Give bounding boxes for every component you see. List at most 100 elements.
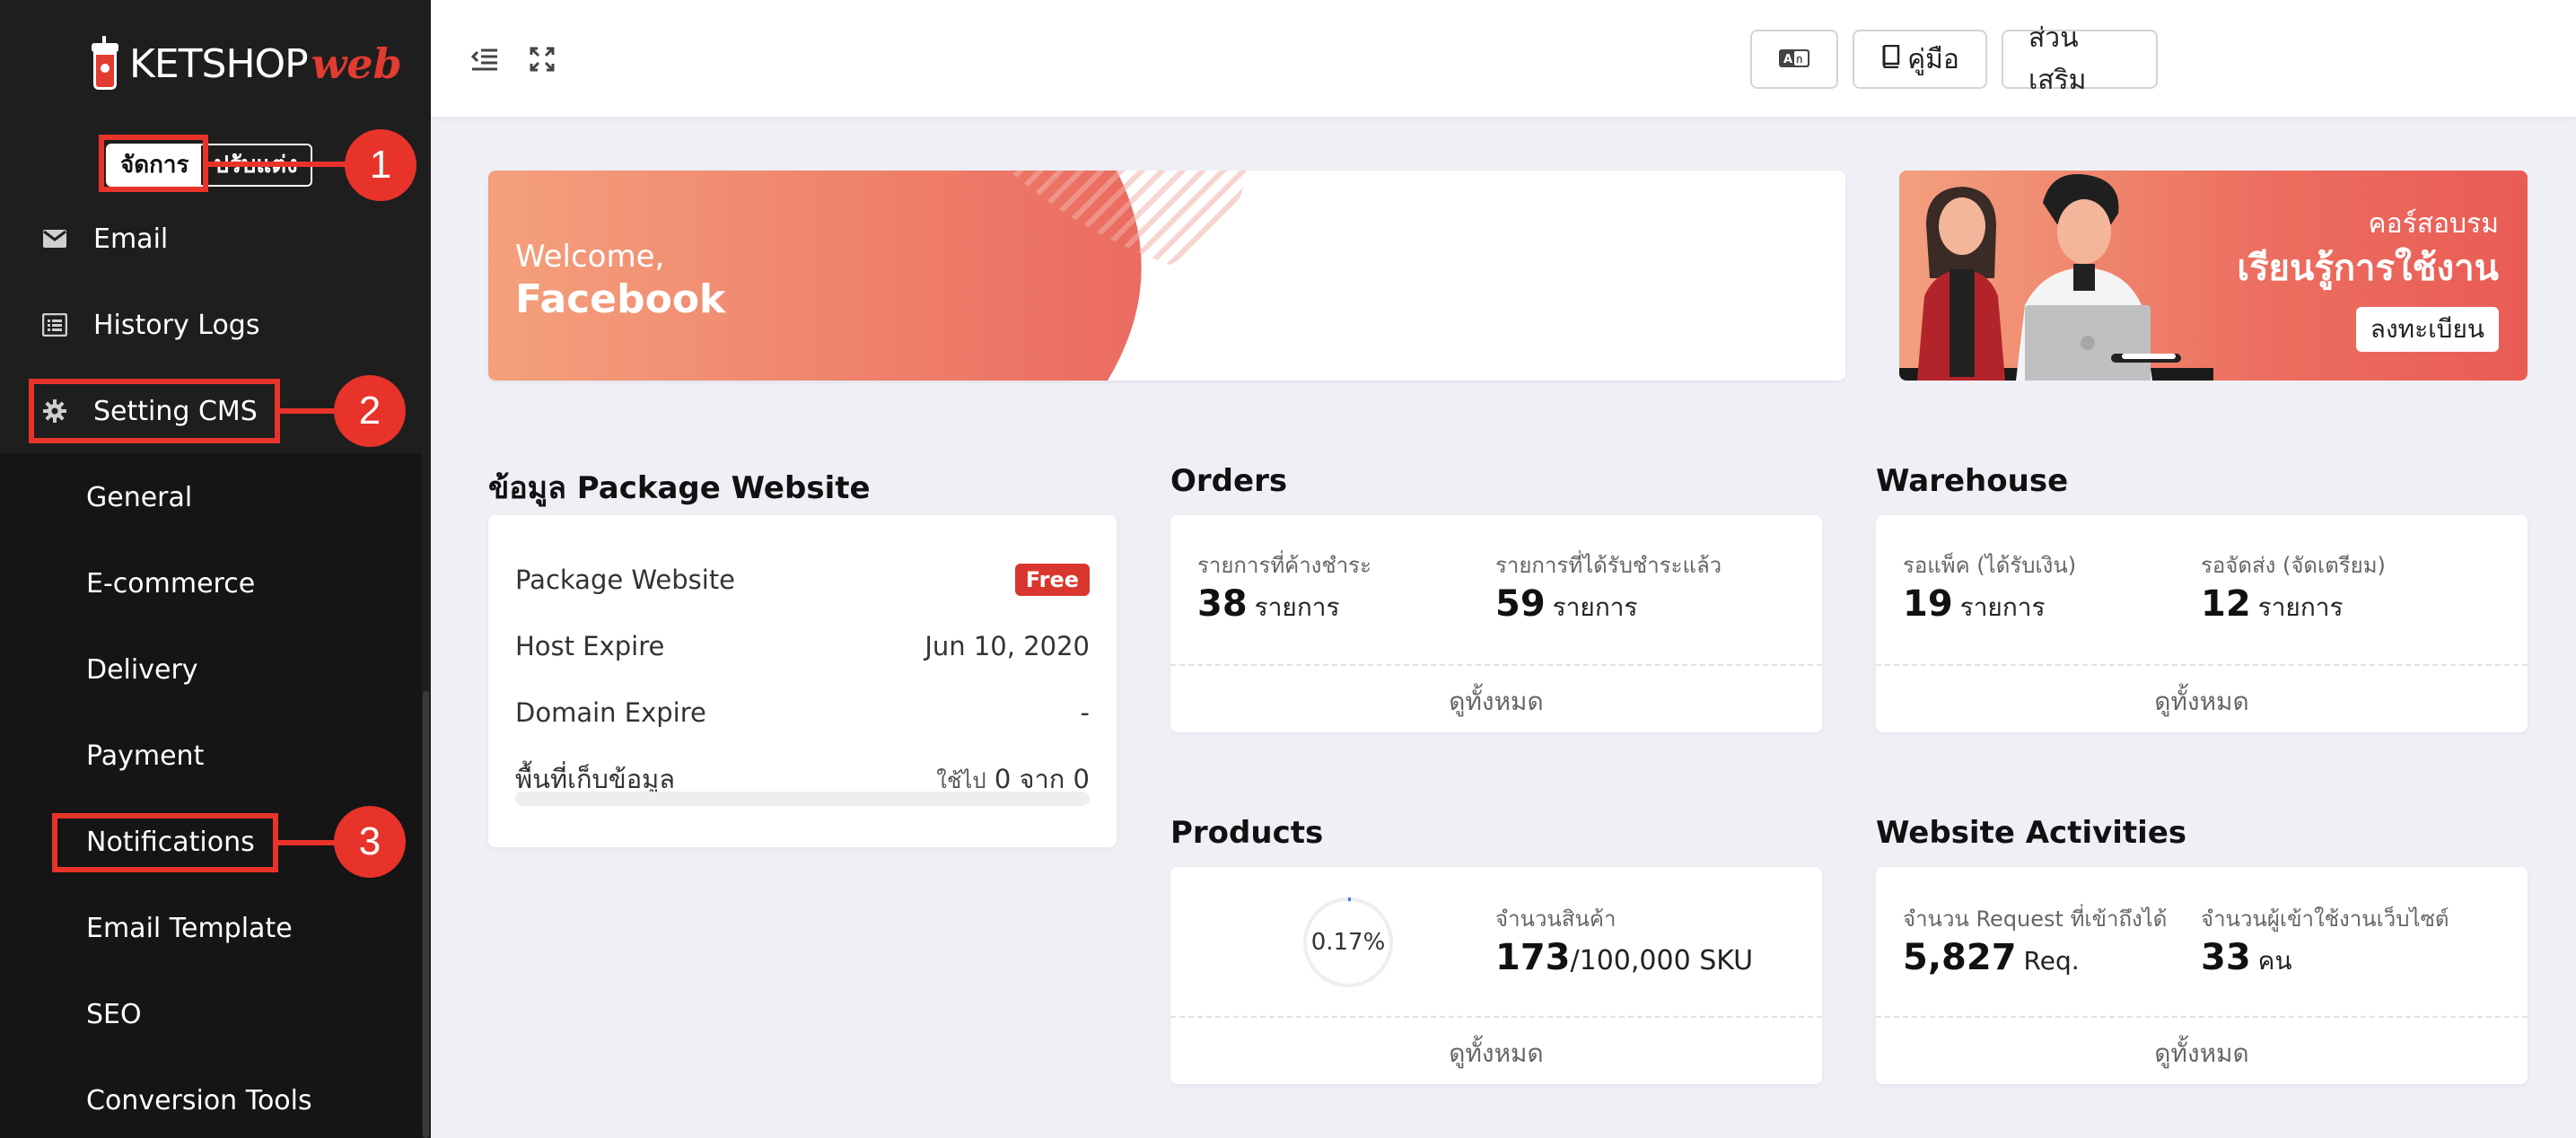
orders-section-title: Orders (1170, 463, 1288, 499)
sidebar-item-label: Email (93, 223, 169, 255)
activities-requests-unit: Req. (2023, 946, 2080, 976)
activities-requests-number: 5,827 (1903, 937, 2017, 978)
products-card: 0.17% จำนวนสินค้า 173/100,000 SKU ดูทั้ง… (1170, 867, 1822, 1084)
addons-label: ส่วนเสริม (2028, 22, 2087, 96)
warehouse-pack-unit: รายการ (1959, 592, 2046, 622)
sidebar-subitem-label: Delivery (86, 653, 198, 686)
envelope-icon (41, 225, 68, 252)
sidebar-scrollbar[interactable] (423, 691, 429, 1138)
orders-paid-number: 59 (1495, 583, 1546, 625)
products-view-all-link[interactable]: ดูทั้งหมด (1170, 1034, 1822, 1073)
sidebar-subitem-ecommerce[interactable]: E-commerce (0, 540, 422, 626)
warehouse-ship-unit: รายการ (2257, 592, 2344, 622)
activities-visitors-unit: คน (2257, 946, 2292, 976)
activities-visitors-label: จำนวนผู้เข้าใช้งานเว็บไซต์ (2201, 906, 2449, 932)
activities-visitors-value: 33 คน (2201, 937, 2292, 981)
sidebar-subitem-label: Payment (86, 740, 205, 772)
annotation-number-2: 2 (334, 375, 406, 447)
manual-button[interactable]: คู่มือ (1853, 30, 1987, 89)
products-count-limit: /100,000 SKU (1570, 945, 1754, 976)
domain-expire-row: Domain Expire - (515, 695, 1090, 731)
sidebar-item-history-logs[interactable]: History Logs (0, 282, 422, 368)
activities-requests-value: 5,827 Req. (1903, 937, 2080, 978)
annotation-line-2 (280, 408, 339, 414)
orders-paid-label: รายการที่ได้รับชำระแล้ว (1495, 553, 1722, 578)
products-section-title: Products (1170, 815, 1324, 851)
sidebar-subitem-email-template[interactable]: Email Template (0, 885, 422, 971)
course-title-line2: เรียนรู้การใช้งาน (2237, 248, 2499, 289)
translate-icon: Aก (1778, 44, 1810, 75)
host-expire-value: Jun 10, 2020 (924, 631, 1090, 661)
activities-visitors-number: 33 (2201, 937, 2251, 978)
package-free-badge: Free (1014, 564, 1090, 596)
warehouse-view-all-link[interactable]: ดูทั้งหมด (1876, 682, 2528, 722)
addons-button[interactable]: ส่วนเสริม (2002, 22, 2158, 96)
warehouse-pack-value: 19 รายการ (1903, 583, 2046, 627)
card-divider (1170, 1016, 1822, 1018)
warehouse-section-title: Warehouse (1876, 463, 2069, 499)
warehouse-pack-label: รอแพ็ค (ได้รับเงิน) (1903, 553, 2077, 578)
card-divider (1876, 664, 2528, 666)
storage-total: 0 (1073, 764, 1090, 794)
activities-requests-label: จำนวน Request ที่เข้าถึงได้ (1903, 906, 2168, 932)
annotation-box-2 (29, 379, 280, 443)
sidebar-subitem-general[interactable]: General (0, 454, 422, 540)
domain-expire-value: - (1080, 697, 1090, 728)
storage-of: จาก (1019, 764, 1065, 794)
svg-text:A: A (1783, 53, 1792, 66)
orders-paid-unit: รายการ (1552, 592, 1638, 622)
sidebar-subitem-conversion-tools[interactable]: Conversion Tools (0, 1057, 422, 1138)
annotation-number-1: 1 (345, 129, 416, 201)
card-divider (1876, 1016, 2528, 1018)
warehouse-card: รอแพ็ค (ได้รับเงิน) 19 รายการ รอจัดส่ง (จ… (1876, 515, 2528, 732)
host-expire-label: Host Expire (515, 631, 665, 661)
ketshop-logo[interactable]: KETSHOP web (90, 32, 402, 95)
welcome-name: Facebook (515, 276, 726, 322)
welcome-banner: Welcome, Facebook (488, 171, 1845, 381)
sidebar-subitem-payment[interactable]: Payment (0, 713, 422, 799)
people-illustration (1899, 174, 2213, 381)
activities-section-title: Website Activities (1876, 815, 2187, 851)
warehouse-ship-value: 12 รายการ (2201, 583, 2344, 627)
sidebar-item-email[interactable]: Email (0, 196, 422, 282)
activities-view-all-link[interactable]: ดูทั้งหมด (1876, 1034, 2528, 1073)
storage-used-prefix: ใช้ไป (936, 768, 986, 793)
sidebar-item-label: History Logs (93, 309, 260, 341)
manual-label: คู่มือ (1907, 43, 1959, 75)
register-button[interactable]: ลงทะเบียน (2355, 307, 2499, 352)
package-card: Package Website Free Host Expire Jun 10,… (488, 515, 1117, 847)
package-row-label: Package Website (515, 565, 736, 595)
sidebar-subitem-label: SEO (86, 998, 142, 1030)
orders-view-all-link[interactable]: ดูทั้งหมด (1170, 682, 1822, 722)
products-usage-percent: 0.17% (1310, 929, 1386, 956)
storage-progress-bar (515, 792, 1090, 806)
collapse-sidebar-icon[interactable] (467, 41, 503, 77)
language-button[interactable]: Aก (1750, 30, 1838, 89)
products-usage-ring: 0.17% (1301, 896, 1395, 989)
domain-expire-label: Domain Expire (515, 697, 706, 728)
products-count-number: 173 (1495, 937, 1571, 978)
orders-pending-unit: รายการ (1254, 592, 1340, 622)
list-icon (41, 311, 68, 338)
warehouse-pack-number: 19 (1903, 583, 1953, 625)
orders-pending-label: รายการที่ค้างชำระ (1197, 553, 1371, 578)
sidebar-subitem-seo[interactable]: SEO (0, 971, 422, 1057)
sidebar-subitem-label: Conversion Tools (86, 1084, 312, 1116)
sidebar-subitem-label: E-commerce (86, 567, 256, 600)
orders-paid-value: 59 รายการ (1495, 583, 1638, 627)
cup-logo-icon (90, 36, 120, 92)
annotation-number-3: 3 (334, 806, 406, 878)
logo-web-text: web (311, 39, 402, 88)
welcome-banner-shape (488, 171, 1247, 381)
fullscreen-icon[interactable] (524, 41, 560, 77)
orders-card: รายการที่ค้างชำระ 38 รายการ รายการที่ได้ร… (1170, 515, 1822, 732)
warehouse-ship-number: 12 (2201, 583, 2251, 625)
orders-pending-value: 38 รายการ (1197, 583, 1340, 627)
sidebar-subitem-delivery[interactable]: Delivery (0, 626, 422, 713)
sidebar-subitem-label: Email Template (86, 912, 293, 944)
package-section-title: ข้อมูล Package Website (488, 470, 871, 506)
svg-text:ก: ก (1796, 53, 1802, 66)
card-divider (1170, 664, 1822, 666)
sidebar-subitem-label: General (86, 481, 193, 513)
logo-brand-text: KETSHOP (129, 40, 309, 87)
